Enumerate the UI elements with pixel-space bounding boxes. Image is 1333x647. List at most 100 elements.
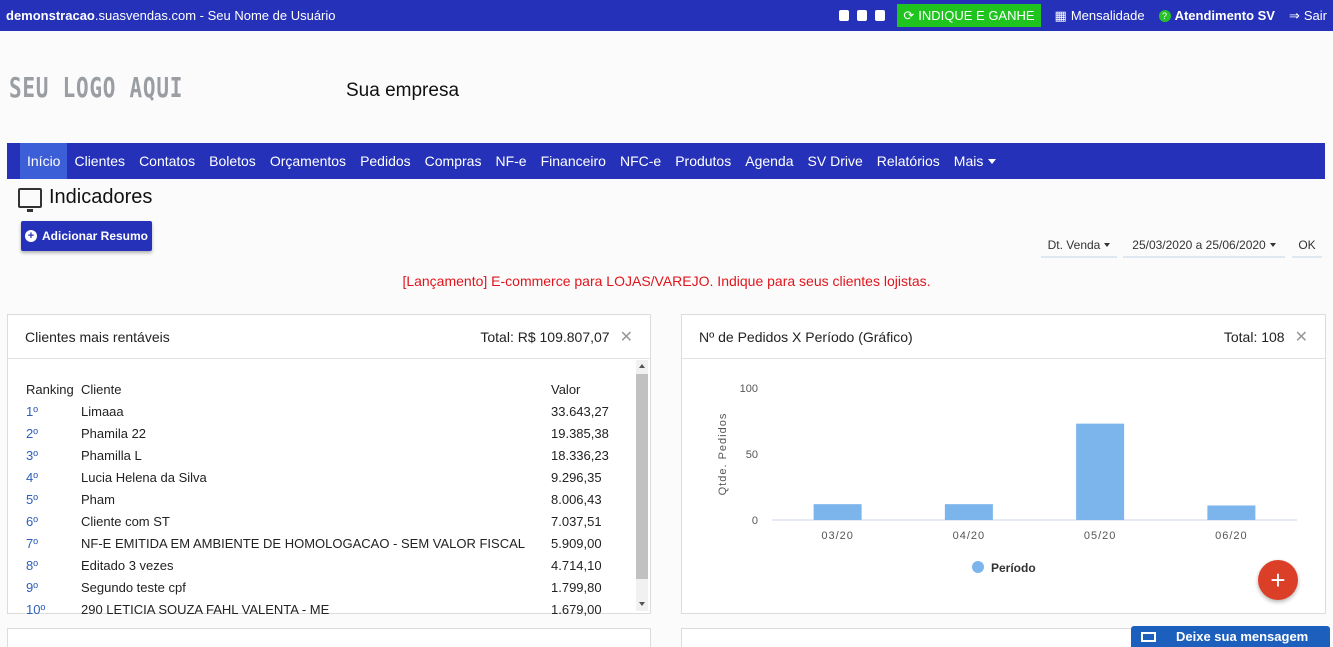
logout-link[interactable]: ⇒ Sair (1289, 8, 1327, 24)
nav-orcamentos[interactable]: Orçamentos (263, 143, 353, 179)
nav-nfe[interactable]: NF-e (488, 143, 533, 179)
orders-card-header: Nº de Pedidos X Período (Gráfico) Total:… (682, 315, 1325, 359)
nav-compras[interactable]: Compras (418, 143, 489, 179)
table-row[interactable]: 9º Segundo teste cpf 1.799,80 (26, 576, 631, 598)
row-rank: 2º (26, 425, 38, 441)
filter-range-label: 25/03/2020 a 25/06/2020 (1132, 237, 1266, 252)
table-row[interactable]: 6º Cliente com ST 7.037,51 (26, 510, 631, 532)
row-value: 1.679,00 (551, 601, 602, 617)
nav-inicio[interactable]: Início (20, 143, 68, 179)
chat-label: Deixe sua mensagem (1176, 629, 1309, 644)
table-row[interactable]: 4º Lucia Helena da Silva 9.296,35 (26, 466, 631, 488)
filter-range-dropdown[interactable]: 25/03/2020 a 25/06/2020 (1123, 233, 1285, 258)
bar (1076, 423, 1125, 520)
promo-banner[interactable]: [Lançamento] E-commerce para LOJAS/VAREJ… (0, 273, 1333, 289)
table-row[interactable]: 7º NF-E EMITIDA EM AMBIENTE DE HOMOLOGACA… (26, 532, 631, 554)
share-icon: ⟳ (903, 7, 915, 23)
table-header: Ranking Cliente Valor (26, 378, 631, 400)
row-value: 1.799,80 (551, 579, 602, 595)
row-value: 18.336,23 (551, 447, 609, 463)
orders-card-total: Total: 108 (1223, 328, 1285, 345)
row-client: Cliente com ST (81, 513, 170, 529)
row-rank: 6º (26, 513, 38, 529)
site-domain-bold: demonstracao (6, 8, 95, 23)
table-row[interactable]: 10º 290 LETICIA SOUZA FAHL VALENTA - ME 1.… (26, 598, 631, 620)
windows-icon[interactable] (875, 10, 886, 21)
envelope-icon (1141, 631, 1156, 642)
logout-icon: ⇒ (1288, 7, 1300, 23)
filter-type-dropdown[interactable]: Dt. Venda (1041, 233, 1117, 258)
user-name: - Seu Nome de Usuário (196, 8, 336, 23)
y-tick-label: 50 (746, 449, 758, 461)
row-rank: 9º (26, 579, 38, 595)
nav-mais[interactable]: Mais (947, 143, 1004, 179)
row-value: 8.006,43 (551, 491, 602, 507)
row-value: 4.714,10 (551, 557, 602, 573)
nav-mais-label: Mais (953, 153, 984, 169)
scrollbar[interactable] (636, 360, 648, 611)
os-icons (839, 10, 886, 21)
bar (944, 504, 993, 520)
apple-icon[interactable] (857, 10, 868, 21)
android-icon[interactable] (839, 10, 850, 21)
orders-card: Nº de Pedidos X Período (Gráfico) Total:… (681, 314, 1326, 614)
atendimento-link[interactable]: ? Atendimento SV (1158, 8, 1275, 23)
nav-pedidos[interactable]: Pedidos (353, 143, 418, 179)
row-client: Editado 3 vezes (81, 557, 174, 573)
clients-card: Clientes mais rentáveis Total: R$ 109.80… (7, 314, 651, 617)
indique-button[interactable]: ⟳ INDIQUE E GANHE (897, 4, 1041, 27)
col-valor: Valor (551, 381, 581, 397)
indique-label: INDIQUE E GANHE (918, 8, 1035, 23)
clients-card-total: Total: R$ 109.807,07 (480, 328, 610, 345)
table-row[interactable]: 5º Pham 8.006,43 (26, 488, 631, 510)
row-client: Lucia Helena da Silva (81, 469, 207, 485)
table-row[interactable]: 3º Phamilla L 18.336,23 (26, 444, 631, 466)
chat-widget[interactable]: Deixe sua mensagem (1131, 626, 1330, 647)
add-summary-button[interactable]: + Adicionar Resumo (21, 221, 152, 251)
table-row[interactable]: 1º Limaaa 33.643,27 (26, 400, 631, 422)
y-tick-label: 0 (752, 515, 758, 527)
clients-card-total-wrap: Total: R$ 109.807,07 ✕ (480, 327, 633, 347)
close-icon[interactable]: ✕ (1295, 327, 1308, 347)
company-name: Sua empresa (346, 80, 460, 101)
add-fab-button[interactable]: + (1258, 560, 1298, 600)
nav-clientes[interactable]: Clientes (67, 143, 132, 179)
bar (1207, 505, 1256, 520)
bottom-card-left (7, 628, 651, 647)
nav-financeiro[interactable]: Financeiro (534, 143, 613, 179)
col-cliente: Cliente (81, 381, 122, 397)
row-value: 33.643,27 (551, 403, 609, 419)
add-summary-label: Adicionar Resumo (41, 229, 149, 243)
row-value: 9.296,35 (551, 469, 602, 485)
filter-type-label: Dt. Venda (1047, 237, 1101, 252)
y-tick-label: 100 (740, 383, 758, 395)
chevron-down-icon (1269, 242, 1276, 247)
legend-label: Período (991, 561, 1036, 575)
site-info: demonstracao.suasvendas.com - Seu Nome d… (6, 8, 336, 23)
chevron-down-icon (988, 158, 997, 164)
y-axis-label: Qtde. Pedidos (717, 413, 729, 496)
row-rank: 7º (26, 535, 38, 551)
nav-relatorios[interactable]: Relatórios (870, 143, 947, 179)
top-bar-actions: ⟳ INDIQUE E GANHE ▦ Mensalidade ? Atendi… (839, 4, 1327, 27)
filter-ok-button[interactable]: OK (1292, 233, 1322, 258)
nav-contatos[interactable]: Contatos (132, 143, 202, 179)
close-icon[interactable]: ✕ (620, 327, 633, 347)
orders-card-title: Nº de Pedidos X Período (Gráfico) (699, 328, 913, 345)
table-row[interactable]: 2º Phamila 22 19.385,38 (26, 422, 631, 444)
plus-icon: + (24, 230, 37, 242)
clients-table: Ranking Cliente Valor 1º Limaaa 33.643,27 2… (26, 378, 631, 620)
table-row[interactable]: 8º Editado 3 vezes 4.714,10 (26, 554, 631, 576)
scroll-up-icon[interactable] (639, 364, 645, 368)
nav-boletos[interactable]: Boletos (202, 143, 263, 179)
scroll-thumb[interactable] (636, 374, 648, 579)
row-client: 290 LETICIA SOUZA FAHL VALENTA - ME (81, 601, 330, 617)
row-client: Limaaa (81, 403, 124, 419)
scroll-down-icon[interactable] (639, 602, 645, 606)
nav-produtos[interactable]: Produtos (668, 143, 738, 179)
nav-nfce[interactable]: NFC-e (613, 143, 668, 179)
mensalidade-link[interactable]: ▦ Mensalidade (1055, 8, 1145, 24)
row-value: 7.037,51 (551, 513, 602, 529)
nav-sv-drive[interactable]: SV Drive (801, 143, 870, 179)
nav-agenda[interactable]: Agenda (738, 143, 800, 179)
